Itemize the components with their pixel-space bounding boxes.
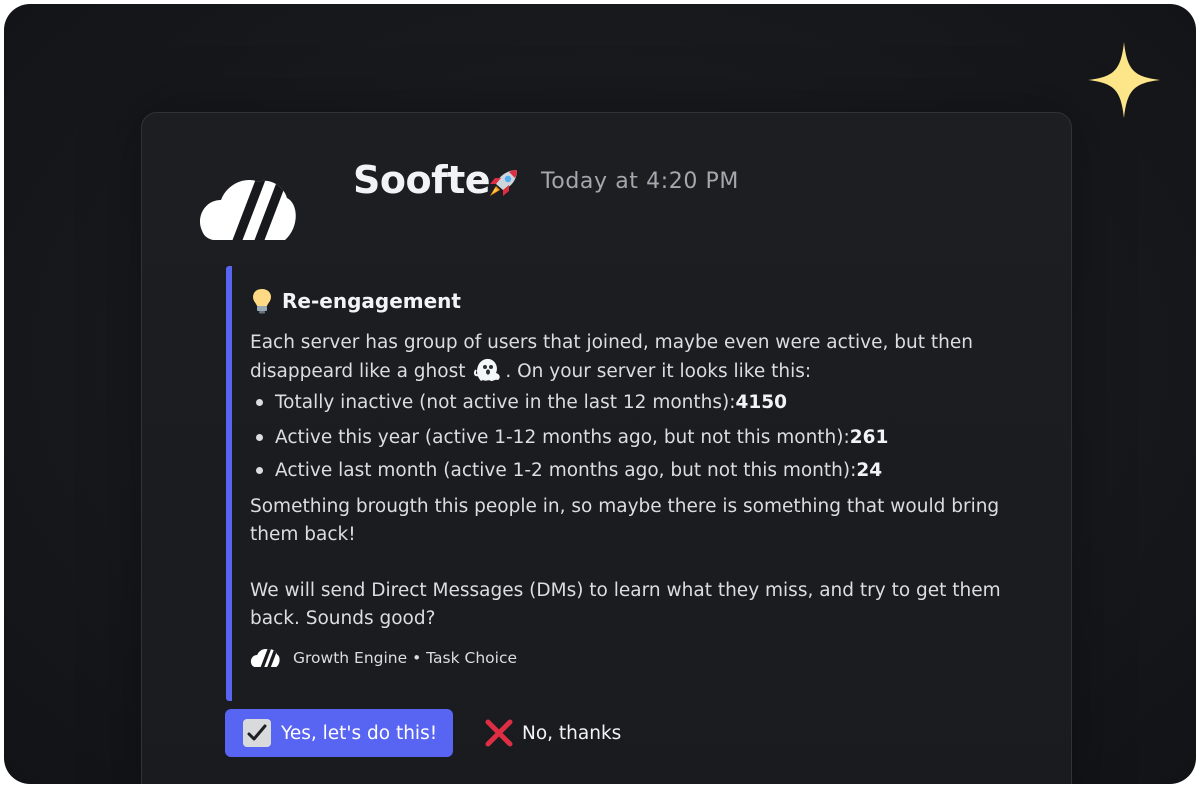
list-item: Active this year (active 1-12 months ago…: [256, 427, 888, 448]
embed-footer: Growth Engine • Task Choice: [250, 647, 517, 669]
embed-text-line: back. Sounds good?: [250, 608, 436, 629]
bullet-dot: [256, 467, 263, 474]
embed-text-line: Something brougth this people in, so may…: [250, 496, 1000, 517]
list-item: Totally inactive (not active in the last…: [256, 392, 787, 413]
embed-title-row: Re-engagement: [251, 287, 461, 315]
cross-icon: [485, 719, 513, 747]
bullet-dot: [256, 399, 263, 406]
embed-accent-bar: [226, 266, 232, 701]
message-timestamp: Today at 4:20 PM: [541, 169, 739, 194]
list-item-value: 261: [849, 427, 889, 448]
embed-text-line: them back!: [250, 524, 356, 545]
list-item-value: 24: [856, 460, 883, 481]
no-button-label: No, thanks: [522, 722, 622, 744]
embed-title: Re-engagement: [282, 289, 461, 313]
embed-footer-text: Growth Engine • Task Choice: [293, 649, 518, 667]
list-item: Active last month (active 1-2 months ago…: [256, 460, 882, 481]
embed-text: . On your server it looks like this:: [505, 361, 812, 382]
screenshot-frame: Soofte Today at 4:20 PM Re-engagement Ea…: [4, 4, 1196, 784]
embed-text-line: We will send Direct Messages (DMs) to le…: [250, 580, 1001, 601]
no-button[interactable]: No, thanks: [470, 709, 640, 757]
embed-text-line: disappeard like a ghost . On your server…: [250, 357, 811, 386]
footer-logo-icon: [250, 649, 280, 667]
ghost-icon: [474, 358, 501, 381]
yes-button[interactable]: Yes, let's do this!: [225, 709, 453, 757]
yes-button-label: Yes, let's do this!: [281, 722, 438, 744]
check-icon: [243, 719, 271, 747]
embed-text: disappeard like a ghost: [250, 361, 466, 382]
sparkle-icon: [1088, 42, 1160, 118]
embed-text-line: Each server has group of users that join…: [250, 332, 973, 353]
app-logo-icon: [199, 180, 296, 240]
list-item-value: 4150: [735, 392, 787, 413]
list-item-text: Totally inactive (not active in the last…: [275, 392, 736, 413]
lightbulb-icon: [253, 289, 271, 314]
bullet-dot: [256, 434, 263, 441]
list-item-text: Active this year (active 1-12 months ago…: [275, 427, 850, 448]
list-item-text: Active last month (active 1-2 months ago…: [275, 460, 857, 481]
author-name[interactable]: Soofte: [353, 158, 491, 202]
rocket-icon: [490, 170, 517, 196]
